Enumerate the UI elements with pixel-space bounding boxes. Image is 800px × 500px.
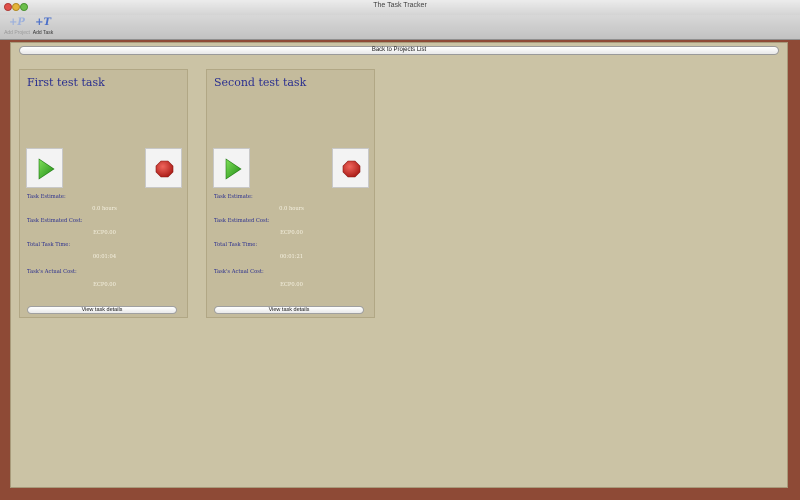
content-area: Back to Projects List First test task Ta… [10, 42, 788, 488]
window-title: The Task Tracker [373, 2, 427, 9]
actual-cost-label: Task's Actual Cost: [27, 269, 77, 275]
total-time-value: 00:01:21 [279, 254, 304, 260]
actual-cost-label: Task's Actual Cost: [214, 269, 264, 275]
actual-cost-value: ECP0.00 [280, 282, 303, 288]
view-task-details-button[interactable]: View task details [27, 306, 177, 314]
add-task-icon: +T [35, 17, 51, 28]
stop-icon [342, 160, 361, 178]
task-title: First test task [27, 76, 105, 89]
task-card: First test task Task Estimate: 0.0 hours… [19, 69, 188, 318]
back-to-projects-button[interactable]: Back to Projects List [19, 46, 779, 55]
estimated-cost-label: Task Estimated Cost: [214, 218, 270, 224]
stop-timer-button[interactable] [332, 148, 369, 188]
title-bar: The Task Tracker [0, 0, 800, 16]
estimate-label: Task Estimate: [27, 194, 66, 200]
add-task-label: Add Task [32, 30, 54, 36]
estimate-label: Task Estimate: [214, 194, 253, 200]
total-time-label: Total Task Time: [27, 242, 71, 248]
estimated-cost-value: ECP0.00 [93, 230, 116, 236]
add-task-button[interactable]: +T Add Task [28, 17, 58, 39]
stop-icon [155, 160, 174, 178]
task-card: Second test task Task Estimate: 0.0 hour… [206, 69, 375, 318]
estimate-value: 0.0 hours [279, 206, 304, 212]
start-timer-button[interactable] [26, 148, 63, 188]
estimated-cost-value: ECP0.00 [280, 230, 303, 236]
estimated-cost-label: Task Estimated Cost: [27, 218, 83, 224]
total-time-value: 00:01:04 [92, 254, 117, 260]
start-timer-button[interactable] [213, 148, 250, 188]
stop-timer-button[interactable] [145, 148, 182, 188]
task-title: Second test task [214, 76, 307, 89]
total-time-label: Total Task Time: [214, 242, 258, 248]
estimate-value: 0.0 hours [92, 206, 117, 212]
actual-cost-value: ECP0.00 [93, 282, 116, 288]
play-icon [38, 158, 55, 180]
toolbar: +P Add Project +T Add Task [0, 15, 800, 40]
play-icon [225, 158, 242, 180]
view-task-details-button[interactable]: View task details [214, 306, 364, 314]
